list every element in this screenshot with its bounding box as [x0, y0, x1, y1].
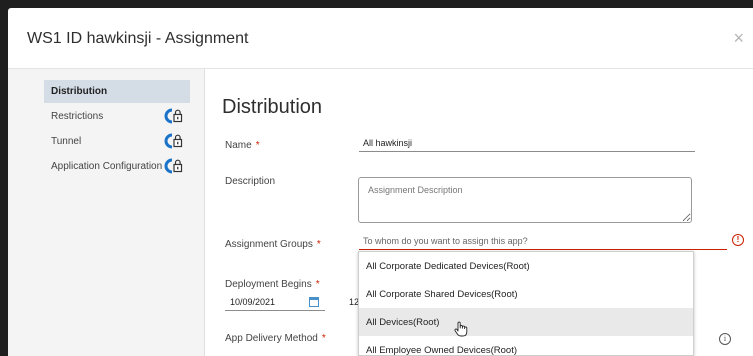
- sidebar-item-distribution[interactable]: Distribution: [44, 80, 190, 103]
- sidebar-item-label: Application Configuration: [51, 161, 163, 172]
- lock-icon: [164, 158, 183, 174]
- name-label: Name *: [225, 140, 260, 151]
- app-delivery-method-label: App Delivery Method *: [225, 333, 326, 344]
- assignment-groups-dropdown: All Corporate Dedicated Devices(Root) Al…: [358, 251, 694, 356]
- sidebar-item-label: Tunnel: [51, 136, 82, 147]
- required-marker: *: [321, 333, 326, 344]
- sidebar-item-label: Distribution: [51, 86, 108, 97]
- required-marker: *: [315, 279, 320, 290]
- name-field[interactable]: [359, 134, 695, 152]
- dialog-title: WS1 ID hawkinsji - Assignment: [27, 30, 249, 47]
- dropdown-option[interactable]: All Corporate Dedicated Devices(Root): [359, 252, 693, 280]
- error-icon: !: [732, 234, 744, 246]
- sidebar-item-label: Restrictions: [51, 111, 104, 122]
- lock-icon: [164, 133, 183, 149]
- info-icon[interactable]: i: [719, 333, 731, 345]
- description-label: Description: [225, 176, 276, 187]
- deployment-date-value: 10/09/2021: [230, 297, 276, 307]
- deployment-date-input[interactable]: 10/09/2021: [225, 294, 325, 311]
- calendar-icon[interactable]: [309, 297, 319, 307]
- assignment-groups-input[interactable]: [359, 232, 727, 250]
- sidebar: Distribution Restrictions Tunnel Applica…: [8, 69, 205, 356]
- hand-pointer-icon: [454, 321, 468, 337]
- assignment-groups-label: Assignment Groups *: [225, 239, 321, 250]
- dropdown-option[interactable]: All Employee Owned Devices(Root): [359, 336, 693, 355]
- lock-icon: [164, 108, 183, 124]
- close-icon[interactable]: ×: [733, 28, 744, 48]
- required-marker: *: [316, 239, 321, 250]
- page-title: Distribution: [222, 96, 323, 118]
- description-field[interactable]: [358, 177, 692, 223]
- required-marker: *: [255, 140, 260, 151]
- dropdown-option[interactable]: All Devices(Root): [359, 308, 693, 336]
- deployment-begins-label: Deployment Begins *: [225, 279, 320, 290]
- dropdown-option[interactable]: All Corporate Shared Devices(Root): [359, 280, 693, 308]
